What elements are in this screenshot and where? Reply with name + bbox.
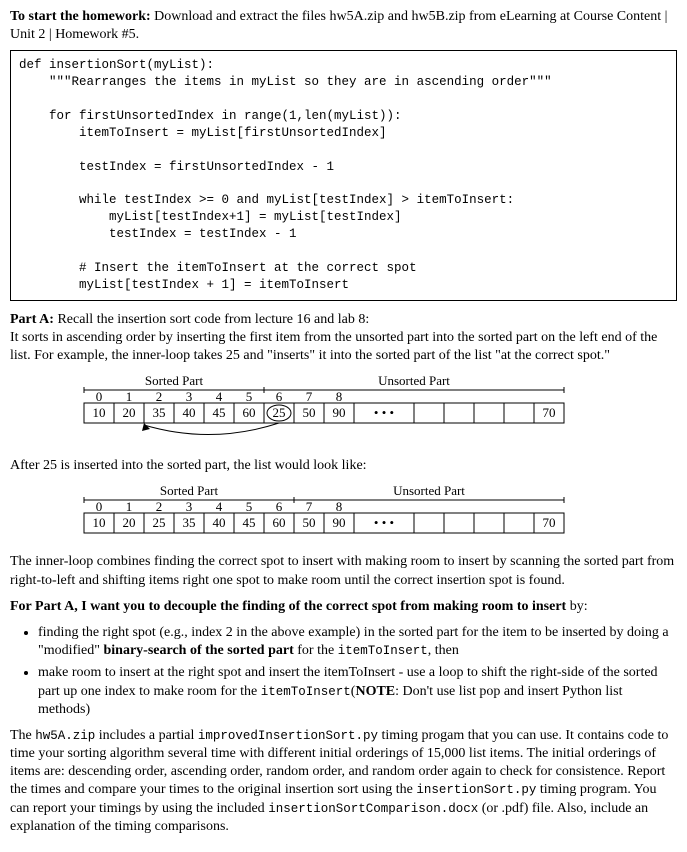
decouple-lead-line: For Part A, I want you to decouple the f… [10,598,677,616]
part-a-p1: It sorts in ascending order by inserting… [10,330,657,363]
svg-text:8: 8 [335,499,342,514]
part-a-heading: Part A: Recall the insertion sort code f… [10,311,677,366]
svg-text:50: 50 [302,515,315,530]
svg-text:50: 50 [302,405,315,420]
c-code1: hw5A.zip [35,729,95,743]
svg-text:7: 7 [305,389,312,404]
svg-text:3: 3 [185,499,192,514]
svg-text:2: 2 [155,389,162,404]
list-item: finding the right spot (e.g., index 2 in… [38,624,677,660]
svg-text:8: 8 [335,389,342,404]
c-a1: The [10,728,35,743]
svg-text:25: 25 [152,515,165,530]
svg-text:3: 3 [185,389,192,404]
c-a2: includes a partial [95,728,198,743]
svg-text:Sorted Part: Sorted Part [144,373,203,388]
intro-lead: To start the homework: [10,9,151,24]
code-block: def insertionSort(myList): """Rearranges… [10,50,677,300]
svg-text:45: 45 [212,405,225,420]
closing-paragraph: The hw5A.zip includes a partial improved… [10,727,677,836]
svg-text:90: 90 [332,515,345,530]
svg-text:20: 20 [122,405,135,420]
li2-code: itemToInsert [261,685,351,699]
li1-c: , then [428,643,459,658]
innerloop-text: The inner-loop combines finding the corr… [10,553,677,589]
svg-text:70: 70 [542,515,555,530]
svg-text:2: 2 [155,499,162,514]
li2-bold: NOTE [355,684,395,699]
decouple-lead: For Part A, I want you to decouple the f… [10,599,566,614]
svg-text:25: 25 [272,405,285,420]
svg-text:40: 40 [182,405,195,420]
svg-text:Unsorted Part: Unsorted Part [378,373,450,388]
svg-text:1: 1 [125,499,132,514]
svg-text:40: 40 [212,515,225,530]
c-code3: insertionSort.py [416,783,536,797]
after-insert-text: After 25 is inserted into the sorted par… [10,457,677,475]
svg-text:• • •: • • • [373,405,393,420]
li1-b: for the [294,643,338,658]
decouple-list: finding the right spot (e.g., index 2 in… [38,624,677,719]
part-a-head-rest: Recall the insertion sort code from lect… [54,312,369,327]
svg-text:35: 35 [182,515,195,530]
c-code4: insertionSortComparison.docx [268,802,478,816]
li1-bold: binary-search of the sorted part [103,643,293,658]
intro-line: To start the homework: Download and extr… [10,8,677,44]
svg-text:Sorted Part: Sorted Part [159,483,218,498]
svg-text:45: 45 [242,515,255,530]
svg-text:35: 35 [152,405,165,420]
svg-text:60: 60 [242,405,255,420]
svg-text:60: 60 [272,515,285,530]
svg-text:5: 5 [245,499,252,514]
svg-text:0: 0 [95,389,102,404]
svg-text:1: 1 [125,389,132,404]
svg-text:5: 5 [245,389,252,404]
decouple-by: by: [566,599,587,614]
svg-text:90: 90 [332,405,345,420]
svg-text:70: 70 [542,405,555,420]
svg-text:• • •: • • • [373,515,393,530]
svg-text:0: 0 [95,499,102,514]
c-code2: improvedInsertionSort.py [198,729,378,743]
array-diagram-2: Sorted PartUnsorted Part0123456781020253… [10,483,677,541]
svg-text:6: 6 [275,389,282,404]
svg-text:4: 4 [215,499,222,514]
svg-text:10: 10 [92,405,105,420]
list-item: make room to insert at the right spot an… [38,664,677,719]
svg-text:4: 4 [215,389,222,404]
svg-text:6: 6 [275,499,282,514]
svg-text:20: 20 [122,515,135,530]
svg-text:7: 7 [305,499,312,514]
li1-code: itemToInsert [338,644,428,658]
part-a-head: Part A: [10,312,54,327]
array-diagram-1: Sorted PartUnsorted Part0123456781020354… [10,373,677,445]
svg-text:Unsorted Part: Unsorted Part [393,483,465,498]
svg-text:10: 10 [92,515,105,530]
